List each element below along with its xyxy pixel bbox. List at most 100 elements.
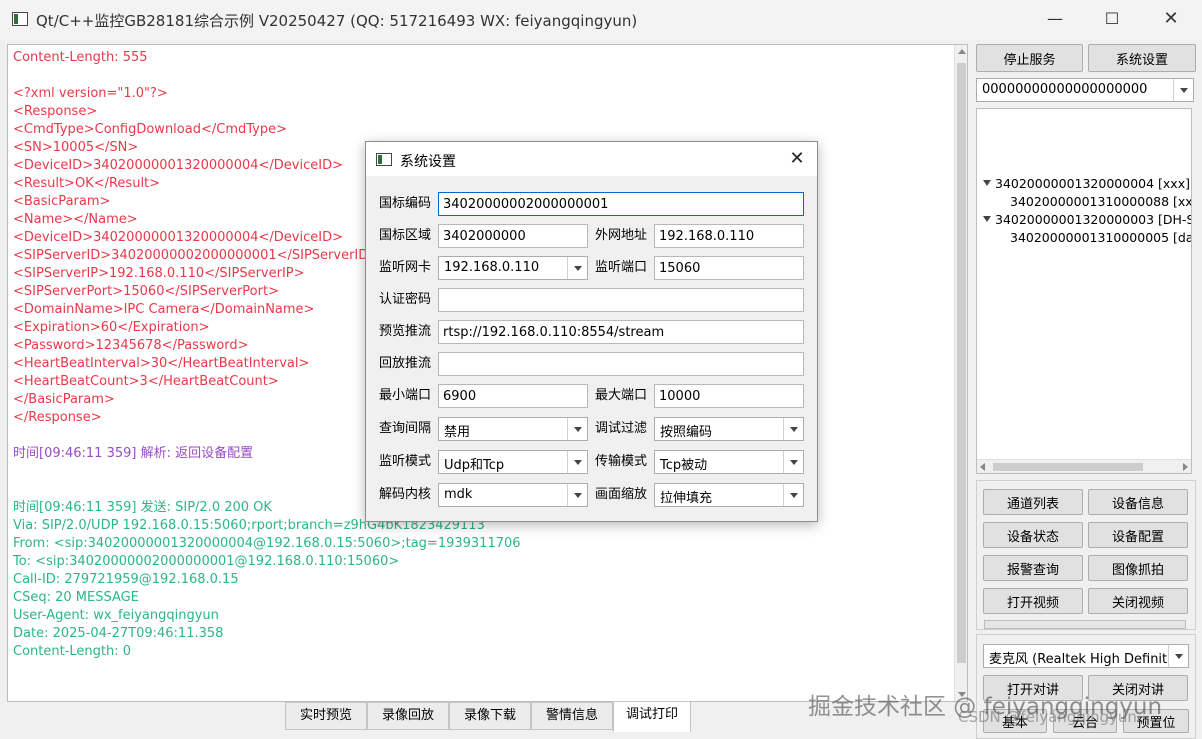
decode-core-label: 解码内核 bbox=[379, 487, 432, 502]
close-icon[interactable]: ✕ bbox=[786, 148, 808, 170]
screen-scale-label: 画面缩放 bbox=[595, 487, 648, 502]
scroll-up-icon[interactable] bbox=[958, 49, 966, 54]
scroll-thumb[interactable] bbox=[993, 463, 1143, 471]
microphone-select[interactable]: 麦克风 (Realtek High Definiti bbox=[983, 644, 1189, 668]
tab-live-preview[interactable]: 实时预览 bbox=[285, 702, 367, 730]
snapshot-button[interactable]: 图像抓拍 bbox=[1088, 555, 1188, 581]
device-status-button[interactable]: 设备状态 bbox=[983, 522, 1083, 548]
device-tree[interactable]: 34020000001320000004 [xxx] 3402000000131… bbox=[976, 108, 1192, 474]
alarm-query-button[interactable]: 报警查询 bbox=[983, 555, 1083, 581]
debug-filter-label: 调试过滤 bbox=[595, 421, 648, 436]
listen-mode-label: 监听模式 bbox=[379, 454, 432, 469]
chevron-down-icon[interactable] bbox=[1168, 645, 1188, 667]
system-settings-dialog: 系统设置 ✕ 国标编码 国标区域 外网地址 监听网卡 192.168.0.110… bbox=[365, 141, 818, 522]
tab-debug-print[interactable]: 调试打印 bbox=[613, 701, 691, 732]
maximize-button[interactable]: ☐ bbox=[1097, 8, 1127, 32]
device-config-button[interactable]: 设备配置 bbox=[1088, 522, 1188, 548]
tree-horizontal-scrollbar[interactable] bbox=[977, 459, 1191, 473]
channel-list-button[interactable]: 通道列表 bbox=[983, 489, 1083, 515]
device-info-button[interactable]: 设备信息 bbox=[1088, 489, 1188, 515]
stop-service-button[interactable]: 停止服务 bbox=[976, 44, 1083, 72]
close-window-button[interactable]: ✕ bbox=[1156, 8, 1186, 32]
listen-mode-value: Udp和Tcp bbox=[444, 458, 505, 473]
playback-push-label: 回放推流 bbox=[379, 356, 432, 371]
query-interval-label: 查询间隔 bbox=[379, 421, 432, 436]
minimize-button[interactable]: — bbox=[1040, 8, 1070, 32]
chevron-down-icon[interactable] bbox=[567, 451, 587, 473]
log-line: To: <sip:34020000002000000001@192.168.0.… bbox=[13, 554, 400, 569]
device-operations-group: 通道列表 设备信息 设备状态 设备配置 报警查询 图像抓拍 打开视频 关闭视频 bbox=[976, 480, 1196, 630]
transport-mode-select[interactable]: Tcp被动 bbox=[654, 450, 804, 474]
national-code-label: 国标编码 bbox=[379, 196, 432, 211]
log-line: Date: 2025-04-27T09:46:11.358 bbox=[13, 626, 224, 641]
expand-arrow-icon[interactable] bbox=[983, 180, 991, 186]
playback-push-input[interactable] bbox=[438, 352, 804, 376]
right-panel: 停止服务 系统设置 00000000000000000000 340200000… bbox=[972, 42, 1200, 739]
tree-node-channel[interactable]: 34020000001310000005 [dah bbox=[1010, 229, 1191, 247]
dialog-title-bar: 系统设置 ✕ bbox=[366, 142, 817, 176]
listen-nic-select[interactable]: 192.168.0.110 bbox=[438, 256, 588, 280]
public-address-input[interactable] bbox=[654, 224, 804, 248]
log-line: <CmdType>ConfigDownload</CmdType> bbox=[13, 122, 287, 137]
min-port-label: 最小端口 bbox=[379, 388, 432, 403]
screen-scale-value: 拉伸填充 bbox=[660, 491, 713, 506]
log-line: User-Agent: wx_feiyangqingyun bbox=[13, 608, 219, 623]
scroll-left-icon[interactable] bbox=[980, 463, 985, 471]
expand-arrow-icon[interactable] bbox=[983, 216, 991, 222]
chevron-down-icon[interactable] bbox=[783, 484, 803, 506]
chevron-down-icon[interactable] bbox=[783, 451, 803, 473]
open-video-button[interactable]: 打开视频 bbox=[983, 588, 1083, 614]
screen-scale-select[interactable]: 拉伸填充 bbox=[654, 483, 804, 507]
max-port-label: 最大端口 bbox=[595, 388, 648, 403]
dialog-title: 系统设置 bbox=[400, 154, 456, 170]
log-line: CSeq: 20 MESSAGE bbox=[13, 590, 139, 605]
system-settings-button[interactable]: 系统设置 bbox=[1088, 44, 1196, 72]
close-video-button[interactable]: 关闭视频 bbox=[1088, 588, 1188, 614]
debug-filter-select[interactable]: 按照编码 bbox=[654, 417, 804, 441]
national-region-input[interactable] bbox=[438, 224, 588, 248]
debug-filter-value: 按照编码 bbox=[660, 425, 713, 440]
tree-node-device[interactable]: 34020000001320000004 [xxx] bbox=[995, 175, 1190, 193]
tree-node-channel[interactable]: 34020000001310000088 [xxx] bbox=[1010, 193, 1191, 211]
chevron-down-icon[interactable] bbox=[567, 418, 587, 440]
log-line: Content-Length: 0 bbox=[13, 644, 132, 659]
tree-node-device[interactable]: 34020000001320000003 [DH-SH bbox=[995, 211, 1191, 229]
scroll-thumb[interactable] bbox=[957, 63, 966, 663]
auth-password-input[interactable] bbox=[438, 288, 804, 312]
log-line: Content-Length: 555 bbox=[13, 50, 148, 65]
query-interval-value: 禁用 bbox=[444, 425, 471, 440]
tab-alarm-info[interactable]: 警情信息 bbox=[531, 702, 613, 730]
chevron-down-icon[interactable] bbox=[1173, 79, 1193, 101]
window-title: Qt/C++监控GB28181综合示例 V20250427 (QQ: 51721… bbox=[36, 12, 638, 30]
listen-port-label: 监听端口 bbox=[595, 260, 648, 275]
decode-core-select[interactable]: mdk bbox=[438, 483, 588, 507]
tab-playback[interactable]: 录像回放 bbox=[367, 702, 449, 730]
dialog-icon bbox=[376, 153, 392, 166]
chevron-down-icon[interactable] bbox=[567, 484, 587, 506]
log-line: <Response> bbox=[13, 104, 98, 119]
preview-push-label: 预览推流 bbox=[379, 324, 432, 339]
tab-record-download[interactable]: 录像下载 bbox=[449, 702, 531, 730]
scroll-right-icon[interactable] bbox=[1183, 463, 1188, 471]
public-address-label: 外网地址 bbox=[595, 228, 648, 243]
listen-mode-select[interactable]: Udp和Tcp bbox=[438, 450, 588, 474]
query-interval-select[interactable]: 禁用 bbox=[438, 417, 588, 441]
transport-mode-value: Tcp被动 bbox=[660, 458, 708, 473]
device-select[interactable]: 00000000000000000000 bbox=[976, 78, 1194, 102]
log-line: From: <sip:34020000001320000004@192.168.… bbox=[13, 536, 521, 551]
national-region-label: 国标区域 bbox=[379, 228, 432, 243]
chevron-down-icon[interactable] bbox=[567, 257, 587, 279]
title-bar: Qt/C++监控GB28181综合示例 V20250427 (QQ: 51721… bbox=[0, 0, 1202, 40]
min-port-input[interactable] bbox=[438, 384, 588, 408]
listen-port-input[interactable] bbox=[654, 256, 804, 280]
preview-push-input[interactable] bbox=[438, 320, 804, 344]
national-code-input[interactable] bbox=[438, 192, 804, 216]
log-line: <?xml version="1.0"?> bbox=[13, 86, 168, 101]
auth-password-label: 认证密码 bbox=[379, 292, 432, 307]
chevron-down-icon[interactable] bbox=[783, 418, 803, 440]
device-select-value: 00000000000000000000 bbox=[982, 82, 1148, 97]
log-scrollbar[interactable] bbox=[954, 45, 967, 701]
listen-nic-value: 192.168.0.110 bbox=[444, 260, 540, 275]
log-line: Call-ID: 279721959@192.168.0.15 bbox=[13, 572, 239, 587]
max-port-input[interactable] bbox=[654, 384, 804, 408]
